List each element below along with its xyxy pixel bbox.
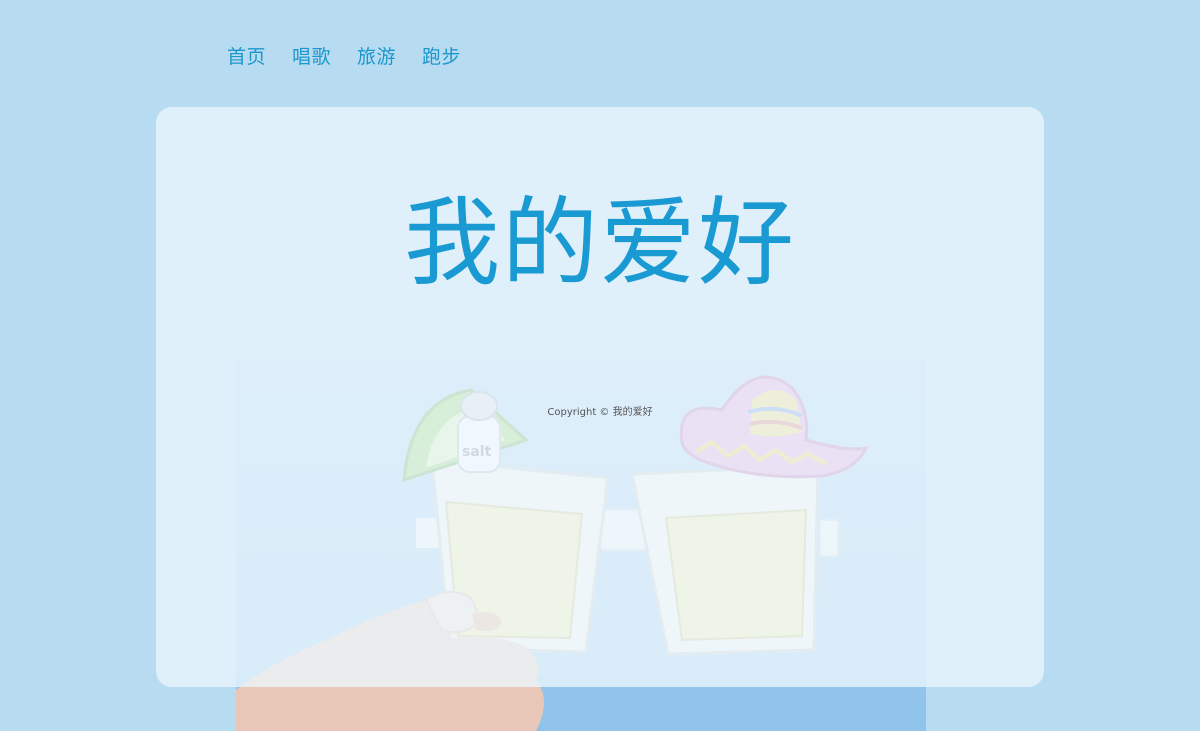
nav-item-home[interactable]: 首页 [227, 44, 266, 70]
content-card: 我的爱好 Copyright © 我的爱好 [156, 107, 1044, 687]
nav-item-singing[interactable]: 唱歌 [292, 44, 331, 70]
nav-item-running[interactable]: 跑步 [422, 44, 461, 70]
nav-item-travel[interactable]: 旅游 [357, 44, 396, 70]
copyright-text: Copyright © 我的爱好 [547, 407, 653, 418]
main-nav: 首页 唱歌 旅游 跑步 [227, 44, 461, 70]
page-title: 我的爱好 [404, 187, 796, 299]
page: salt 首页 唱歌 旅游 跑步 我的爱好 Copyright © 我的爱好 [0, 0, 1200, 731]
